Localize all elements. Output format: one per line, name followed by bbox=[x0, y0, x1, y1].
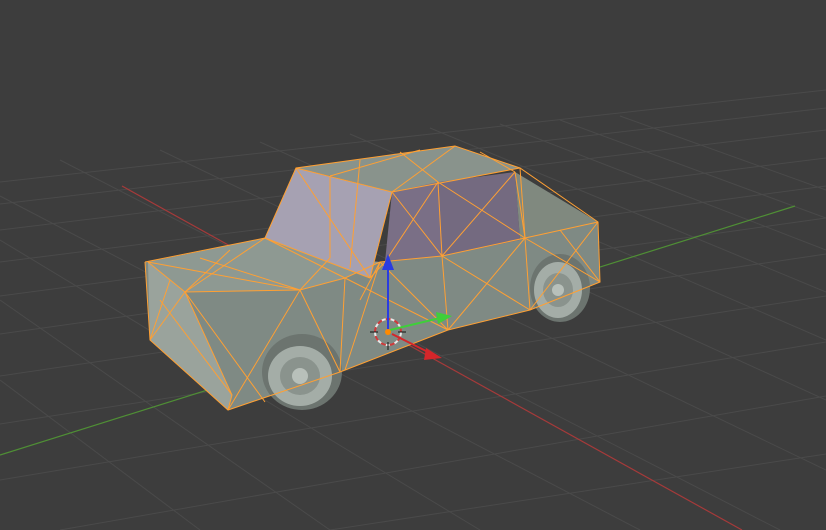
front-wheel bbox=[262, 334, 342, 410]
viewport-canvas[interactable] bbox=[0, 0, 826, 530]
object-origin bbox=[385, 329, 391, 335]
car-mesh[interactable] bbox=[144, 145, 601, 411]
rear-wheel bbox=[530, 254, 590, 322]
gizmo-x-arrow-icon[interactable] bbox=[424, 348, 442, 360]
3d-viewport[interactable] bbox=[0, 0, 826, 530]
